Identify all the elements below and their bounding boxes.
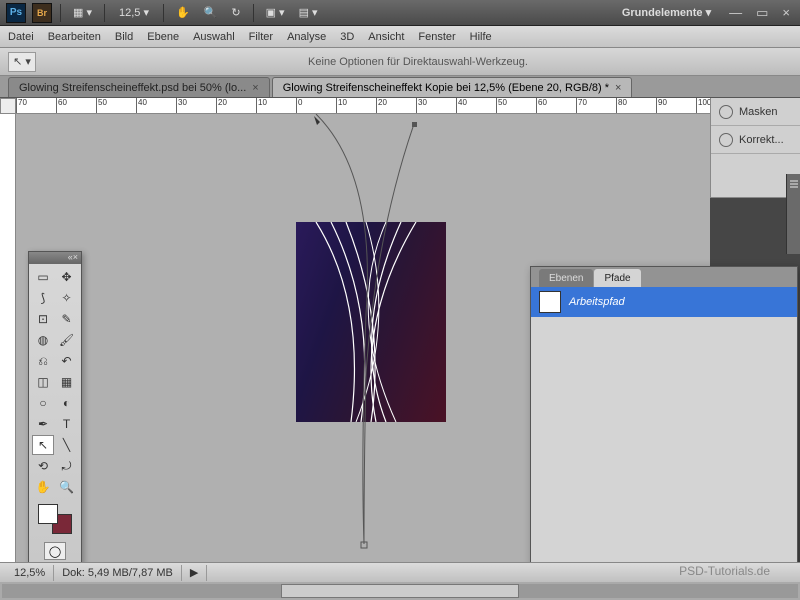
quickmask-toggle[interactable]: ◯ <box>44 542 66 560</box>
document-tab[interactable]: Glowing Streifenscheineffekt Kopie bei 1… <box>272 77 633 97</box>
arrange-dropdown[interactable]: ▣ ▾ <box>262 4 289 22</box>
workspace-dropdown[interactable]: Grundelemente ▾ <box>614 6 719 19</box>
workspace: Glowing Streifenscheineffekt.psd bei 50%… <box>0 76 800 600</box>
current-tool-indicator[interactable]: ↖ ▾ <box>8 52 36 72</box>
hand-tool[interactable]: ✋ <box>32 477 54 497</box>
masks-icon <box>719 105 733 119</box>
document-tabbar: Glowing Streifenscheineffekt.psd bei 50%… <box>0 76 800 98</box>
eraser-tool[interactable]: ◫ <box>32 372 54 392</box>
direct-select-tool[interactable]: ↖ <box>32 435 54 455</box>
foreground-color-swatch[interactable] <box>38 504 58 524</box>
paths-panel[interactable]: Ebenen Pfade Arbeitspfad <box>530 266 798 600</box>
tab-pfade[interactable]: Pfade <box>594 269 640 287</box>
wand-tool[interactable]: ✧ <box>56 288 78 308</box>
tab-ebenen[interactable]: Ebenen <box>539 269 593 287</box>
menu-bild[interactable]: Bild <box>115 31 133 43</box>
dock-masks[interactable]: Masken <box>711 98 800 126</box>
corrections-icon <box>719 133 733 147</box>
horizontal-ruler[interactable]: 7060504030201001020304050607080901001101… <box>16 98 710 114</box>
menu-analyse[interactable]: Analyse <box>287 31 326 43</box>
pen-tool[interactable]: ✒ <box>32 414 54 434</box>
panel-body[interactable] <box>531 317 797 600</box>
3d-rotate-tool[interactable]: ⟲ <box>32 456 54 476</box>
menu-filter[interactable]: Filter <box>249 31 273 43</box>
eyedropper-tool[interactable]: ✎ <box>56 309 78 329</box>
type-tool[interactable]: T <box>56 414 78 434</box>
status-menu[interactable]: ▶ <box>182 565 207 581</box>
menu-auswahl[interactable]: Auswahl <box>193 31 235 43</box>
document-tab[interactable]: Glowing Streifenscheineffekt.psd bei 50%… <box>8 77 270 97</box>
history-brush-tool[interactable]: ↶ <box>56 351 78 371</box>
blur-tool[interactable]: ○ <box>32 393 54 413</box>
horizontal-scrollbar[interactable] <box>0 582 800 600</box>
watermark: PSD-Tutorials.de <box>679 564 770 578</box>
status-doc-size[interactable]: Dok: 5,49 MB/7,87 MB <box>54 565 182 581</box>
menubar: Datei Bearbeiten Bild Ebene Auswahl Filt… <box>0 26 800 48</box>
tab-close-icon[interactable]: × <box>252 82 258 94</box>
vertical-ruler[interactable] <box>0 114 16 588</box>
scrollbar-thumb[interactable] <box>281 584 520 598</box>
menu-ansicht[interactable]: Ansicht <box>368 31 404 43</box>
bridge-logo[interactable]: Br <box>32 3 52 23</box>
crop-tool[interactable]: ⊡ <box>32 309 54 329</box>
lasso-tool[interactable]: ⟆ <box>32 288 54 308</box>
zoom-dropdown[interactable]: 12,5 ▾ <box>113 6 155 19</box>
3d-orbit-tool[interactable]: ⤾ <box>56 456 78 476</box>
photoshop-logo: Ps <box>6 3 26 23</box>
menu-bearbeiten[interactable]: Bearbeiten <box>48 31 101 43</box>
path-thumbnail <box>539 291 561 313</box>
menu-hilfe[interactable]: Hilfe <box>470 31 492 43</box>
panel-tabs: Ebenen Pfade <box>531 267 797 287</box>
rotate-view-icon[interactable]: ↻ <box>227 4 244 22</box>
options-bar: ↖ ▾ Keine Optionen für Direktauswahl-Wer… <box>0 48 800 76</box>
tab-close-icon[interactable]: × <box>615 82 621 94</box>
color-swatches <box>29 500 81 538</box>
toolbox-header[interactable]: «× <box>29 252 81 264</box>
toolbox[interactable]: «× ▭ ✥ ⟆ ✧ ⊡ ✎ ◍ 🖌 ⎌ ↶ ◫ ▦ ○ ◐ ✒ T ↖ ╲ ⟲ <box>28 251 82 565</box>
toolbox-close-icon[interactable]: × <box>73 252 78 264</box>
dock-collapse-handle[interactable] <box>786 174 800 254</box>
options-text: Keine Optionen für Direktauswahl-Werkzeu… <box>44 56 792 68</box>
zoom-tool[interactable]: 🔍 <box>56 477 78 497</box>
ruler-origin[interactable] <box>0 98 16 114</box>
dock-corrections[interactable]: Korrekt... <box>711 126 800 154</box>
zoom-tool-icon[interactable]: 🔍 <box>200 4 222 22</box>
screen-mode-dropdown[interactable]: ▤ ▾ <box>295 4 322 22</box>
titlebar: Ps Br ▦ ▾ 12,5 ▾ ✋ 🔍 ↻ ▣ ▾ ▤ ▾ Grundelem… <box>0 0 800 26</box>
path-item[interactable]: Arbeitspfad <box>531 287 797 317</box>
brush-tool[interactable]: 🖌 <box>56 330 78 350</box>
marquee-tool[interactable]: ▭ <box>32 267 54 287</box>
move-tool[interactable]: ✥ <box>56 267 78 287</box>
stamp-tool[interactable]: ⎌ <box>32 351 54 371</box>
heal-tool[interactable]: ◍ <box>32 330 54 350</box>
menu-fenster[interactable]: Fenster <box>418 31 455 43</box>
close-button[interactable]: × <box>778 5 794 20</box>
view-docs-dropdown[interactable]: ▦ ▾ <box>69 4 96 22</box>
document-artwork <box>296 222 446 422</box>
maximize-button[interactable]: ▭ <box>752 5 772 21</box>
gradient-tool[interactable]: ▦ <box>56 372 78 392</box>
minimize-button[interactable]: — <box>725 5 746 20</box>
hand-tool-icon[interactable]: ✋ <box>172 4 194 22</box>
dodge-tool[interactable]: ◐ <box>56 393 78 413</box>
status-zoom[interactable]: 12,5% <box>6 565 54 581</box>
line-tool[interactable]: ╲ <box>56 435 78 455</box>
menu-datei[interactable]: Datei <box>8 31 34 43</box>
path-item-label: Arbeitspfad <box>569 296 625 308</box>
menu-ebene[interactable]: Ebene <box>147 31 179 43</box>
menu-3d[interactable]: 3D <box>340 31 354 43</box>
